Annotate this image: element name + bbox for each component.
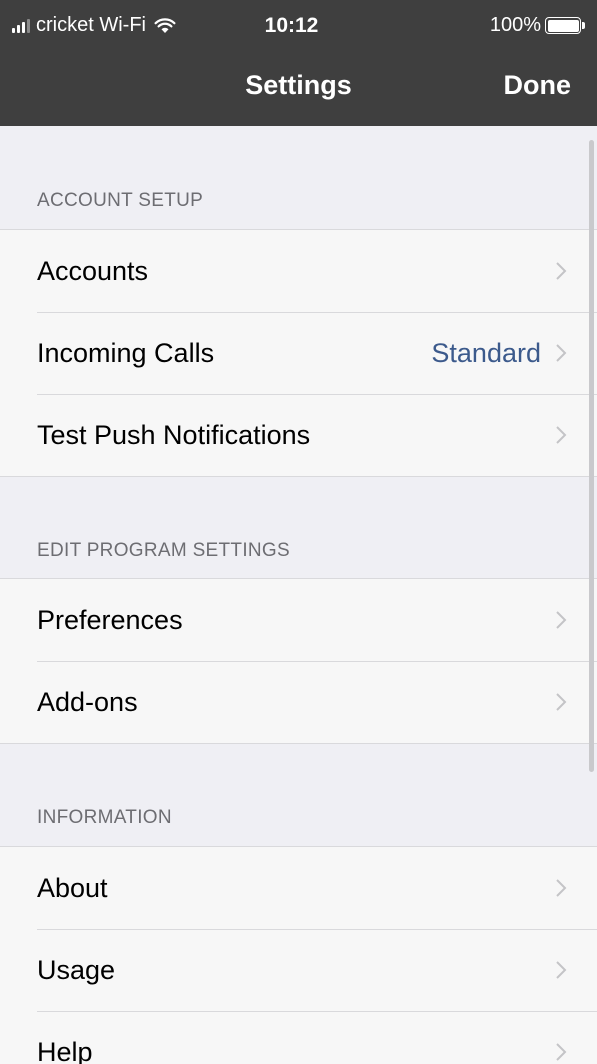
chevron-right-icon — [556, 262, 567, 280]
section-header-information: INFORMATION — [37, 807, 172, 828]
account-setup-group: Accounts Incoming Calls Standard Test Pu… — [0, 229, 597, 477]
row-help[interactable]: Help — [0, 1011, 597, 1064]
chevron-right-icon — [556, 426, 567, 444]
row-label: Add-ons — [37, 686, 138, 717]
row-value: Standard — [431, 337, 541, 368]
row-label: Incoming Calls — [37, 337, 215, 368]
chevron-right-icon — [556, 879, 567, 897]
chevron-right-icon — [556, 961, 567, 979]
status-bar: cricket Wi-Fi 10:12 100% — [0, 0, 597, 46]
row-test-push-notifications[interactable]: Test Push Notifications — [0, 394, 597, 476]
battery-icon — [545, 17, 581, 34]
row-accounts[interactable]: Accounts — [0, 230, 597, 312]
chevron-right-icon — [556, 693, 567, 711]
row-label: Usage — [37, 954, 116, 985]
status-right: 100% — [490, 14, 585, 37]
row-label: Help — [37, 1036, 93, 1064]
battery-tip — [582, 22, 585, 29]
row-usage[interactable]: Usage — [0, 929, 597, 1011]
row-preferences[interactable]: Preferences — [0, 579, 597, 661]
information-group: About Usage Help — [0, 846, 597, 1064]
row-add-ons[interactable]: Add-ons — [0, 661, 597, 743]
row-incoming-calls[interactable]: Incoming Calls Standard — [0, 312, 597, 394]
row-about[interactable]: About — [0, 847, 597, 929]
row-label: Accounts — [37, 255, 149, 286]
done-button[interactable]: Done — [504, 70, 572, 101]
row-label: Preferences — [37, 604, 183, 635]
battery-percent: 100% — [489, 14, 541, 36]
section-header-edit-program-settings: EDIT PROGRAM SETTINGS — [37, 540, 290, 561]
scrollbar[interactable] — [589, 140, 594, 772]
section-header-account-setup: ACCOUNT SETUP — [37, 190, 204, 211]
row-label: Test Push Notifications — [37, 419, 311, 450]
row-label: About — [37, 872, 108, 903]
navigation-bar: cricket Wi-Fi 10:12 100% Settings Done — [0, 0, 597, 126]
edit-program-settings-group: Preferences Add-ons — [0, 578, 597, 744]
chevron-right-icon — [556, 344, 567, 362]
chevron-right-icon — [556, 1043, 567, 1061]
chevron-right-icon — [556, 611, 567, 629]
